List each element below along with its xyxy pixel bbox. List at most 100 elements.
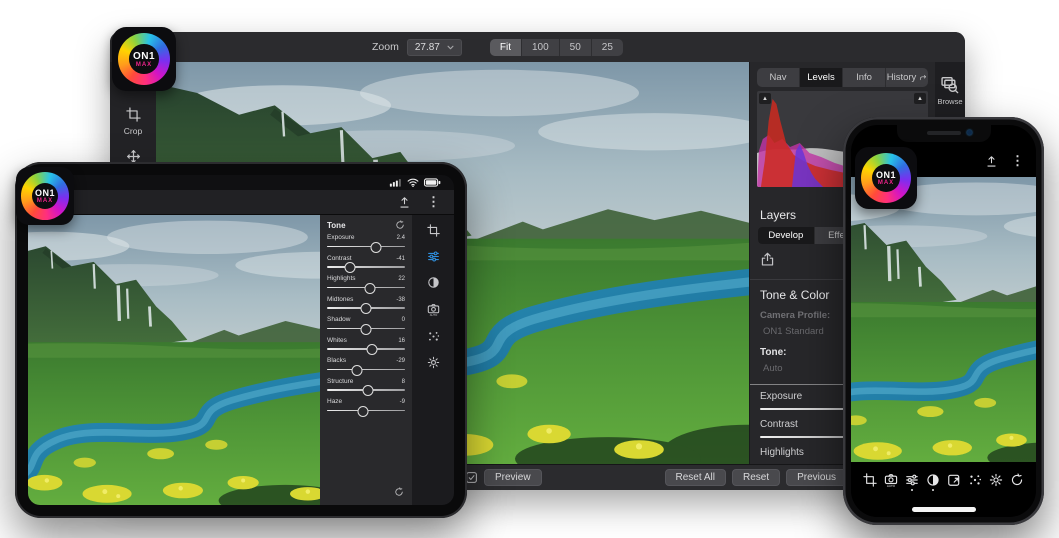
slider-haze: Haze-9: [327, 398, 405, 411]
export-button[interactable]: [947, 473, 961, 492]
export-icon[interactable]: [760, 252, 775, 267]
slider-highlights: Highlights22: [327, 275, 405, 288]
tab-nav[interactable]: Nav: [757, 68, 800, 87]
zoom-preset-25[interactable]: 25: [592, 39, 623, 56]
slider-structure: Structure8: [327, 378, 405, 391]
desktop-toolbar: Zoom 27.87 Fit1005025: [110, 32, 965, 63]
on1-max-logo-badge: ON1MAX: [112, 27, 176, 91]
zoom-preset-fit[interactable]: Fit: [490, 39, 522, 56]
tab-levels[interactable]: Levels: [800, 68, 843, 87]
edited-indicator-dot: [911, 489, 914, 492]
iphone-photo-canvas: [851, 177, 1036, 462]
tone-icon[interactable]: [427, 276, 440, 289]
crop-tool-icon: [863, 473, 877, 487]
preview-button[interactable]: Preview: [484, 469, 542, 486]
slider-head: Midtones-38: [327, 296, 405, 303]
zoom-value: 27.87: [415, 42, 440, 53]
reset-icon[interactable]: [394, 487, 404, 497]
develop-button[interactable]: [905, 473, 919, 492]
tab-label: History: [887, 72, 917, 83]
slider-midtones: Midtones-38: [327, 296, 405, 309]
ipad-device: ⋮ Tone Exposure2.4Contrast-41Highlights2…: [15, 162, 467, 518]
slider-track[interactable]: [327, 410, 405, 412]
slider-track[interactable]: [327, 348, 405, 350]
logo-on1-text: ON1: [876, 170, 896, 180]
slider-track[interactable]: [327, 389, 405, 391]
tool-crop[interactable]: Crop: [110, 107, 156, 136]
ipad-screen: ⋮ Tone Exposure2.4Contrast-41Highlights2…: [28, 175, 454, 505]
slider-track[interactable]: [327, 266, 405, 268]
reset-button[interactable]: [1010, 473, 1024, 492]
svg-text:AUTO: AUTO: [429, 313, 437, 317]
tab-label: Levels: [807, 72, 834, 83]
slider-value: 22: [398, 276, 405, 282]
slider-knob[interactable]: [361, 324, 372, 335]
tab-info[interactable]: Info: [843, 68, 886, 87]
slider-knob[interactable]: [361, 303, 372, 314]
share-icon[interactable]: [985, 155, 998, 168]
slider-knob[interactable]: [371, 242, 382, 253]
edited-indicator-dot: [995, 489, 998, 492]
settings-button[interactable]: [989, 473, 1003, 492]
ipad-tone-panel: Tone Exposure2.4Contrast-41Highlights22M…: [320, 215, 412, 505]
slider-exposure: Exposure2.4: [327, 234, 405, 247]
zoom-preset-group: Fit1005025: [490, 39, 623, 56]
slider-knob[interactable]: [351, 365, 362, 376]
zoom-dropdown[interactable]: 27.87: [407, 39, 462, 56]
zoom-preset-50[interactable]: 50: [560, 39, 592, 56]
tone-button[interactable]: [926, 473, 940, 492]
browse-module-button[interactable]: Browse: [937, 76, 962, 106]
shadow-clip-button[interactable]: ▲: [759, 93, 771, 104]
front-camera: [967, 130, 972, 135]
slider-knob[interactable]: [362, 385, 373, 396]
effects-button[interactable]: [968, 473, 982, 492]
reset-button[interactable]: Reset: [732, 469, 780, 486]
slider-head: Contrast -41: [327, 255, 405, 262]
slider-knob[interactable]: [357, 406, 368, 417]
slider-track[interactable]: [327, 307, 405, 309]
slider-track[interactable]: [327, 246, 405, 248]
panel-tab-bar: Nav Levels InfoHistory: [757, 68, 928, 87]
reset-icon[interactable]: [395, 220, 405, 230]
slider-shadow: Shadow0: [327, 316, 405, 329]
wifi-icon: [407, 178, 419, 187]
reset-all-button[interactable]: Reset All: [665, 469, 726, 486]
ipad-status-bar: [28, 175, 454, 190]
layer-tab-develop[interactable]: Develop: [758, 227, 815, 244]
logo-max-text: MAX: [878, 180, 894, 186]
more-menu-icon[interactable]: ⋮: [427, 194, 440, 210]
auto-adjust-icon[interactable]: AUTO: [427, 302, 440, 317]
ipad-top-bar: ⋮: [28, 190, 454, 215]
slider-track[interactable]: [327, 369, 405, 371]
crop-tool-icon[interactable]: [427, 224, 440, 237]
slider-value: 16: [398, 338, 405, 344]
landscape-photo: [851, 177, 1036, 462]
more-menu-icon[interactable]: ⋮: [1011, 153, 1024, 169]
zoom-preset-100[interactable]: 100: [522, 39, 560, 56]
slider-knob[interactable]: [345, 262, 356, 273]
slider-label: Contrast: [327, 255, 352, 262]
tab-history[interactable]: History: [886, 68, 928, 87]
edited-indicator-dot: [932, 489, 935, 492]
develop-icon[interactable]: [427, 250, 440, 263]
slider-whites: Whites16: [327, 337, 405, 350]
on1-max-logo-badge: ON1MAX: [855, 147, 917, 209]
slider-value: -41: [396, 256, 405, 262]
slider-track[interactable]: [327, 328, 405, 330]
slider-knob[interactable]: [364, 283, 375, 294]
effects-icon[interactable]: [427, 330, 440, 343]
share-icon[interactable]: [398, 196, 411, 209]
slider-track[interactable]: [327, 287, 405, 289]
slider-label: Midtones: [327, 296, 353, 303]
battery-icon: [424, 178, 441, 187]
slider-knob[interactable]: [367, 344, 378, 355]
settings-icon[interactable]: [427, 356, 440, 369]
auto-adjust-button[interactable]: AUTO: [884, 473, 898, 492]
iphone-edit-toolbar: AUTO: [851, 462, 1036, 502]
previous-button[interactable]: Previous: [786, 469, 847, 486]
home-indicator[interactable]: [912, 507, 976, 512]
crop-tool-icon: [126, 107, 141, 122]
browse-label: Browse: [937, 97, 962, 106]
crop-tool-button[interactable]: [863, 473, 877, 492]
highlight-clip-button[interactable]: ▲: [914, 93, 926, 104]
